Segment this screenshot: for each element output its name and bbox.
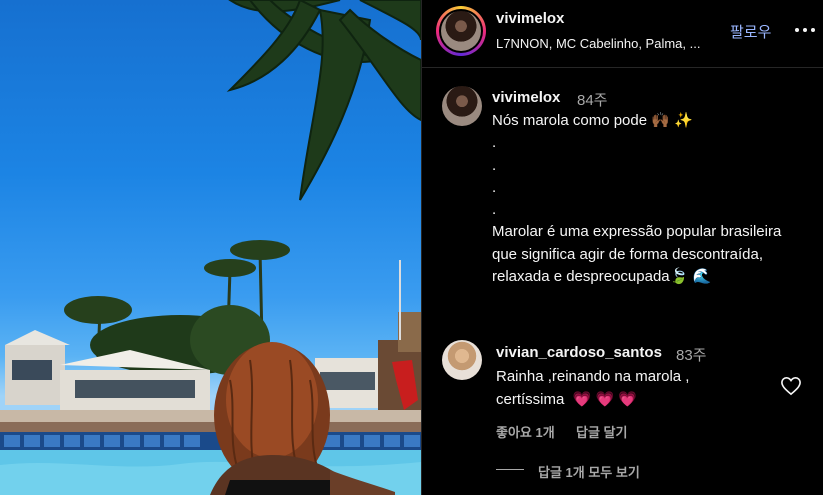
post-photo[interactable] xyxy=(0,0,421,495)
follow-button[interactable]: 팔로우 xyxy=(730,21,771,42)
comment-time: 83주 xyxy=(676,347,707,364)
music-info[interactable]: L7NNON, MC Cabelinho, Palma, ... xyxy=(496,36,700,51)
caption-username[interactable]: vivimelox xyxy=(492,89,560,106)
more-horizontal-icon[interactable] xyxy=(794,20,816,40)
post-username[interactable]: vivimelox xyxy=(496,10,564,27)
comment-text: Rainha ,reinando na marola , certíssima … xyxy=(496,368,690,408)
photo-illustration xyxy=(0,0,421,495)
comments-panel: vivimelox L7NNON, MC Cabelinho, Palma, .… xyxy=(422,0,823,495)
comment-likes[interactable]: 좋아요 1개 xyxy=(496,422,555,441)
heart-icon[interactable] xyxy=(780,376,802,396)
caption-time: 84주 xyxy=(577,92,608,109)
comment-avatar[interactable] xyxy=(442,340,482,380)
avatar[interactable] xyxy=(441,11,481,51)
reply-button[interactable]: 답글 달기 xyxy=(576,422,627,441)
comment-username[interactable]: vivian_cardoso_santos xyxy=(496,344,662,361)
post-header: vivimelox L7NNON, MC Cabelinho, Palma, .… xyxy=(422,0,823,68)
view-replies-button[interactable]: 답글 1개 모두 보기 xyxy=(538,462,640,481)
caption-text: Nós marola como pode 🙌🏾 ✨ . . . . Marola… xyxy=(492,112,782,286)
caption-avatar[interactable] xyxy=(442,86,482,126)
view-replies-line xyxy=(496,469,524,470)
story-ring[interactable] xyxy=(436,6,486,56)
